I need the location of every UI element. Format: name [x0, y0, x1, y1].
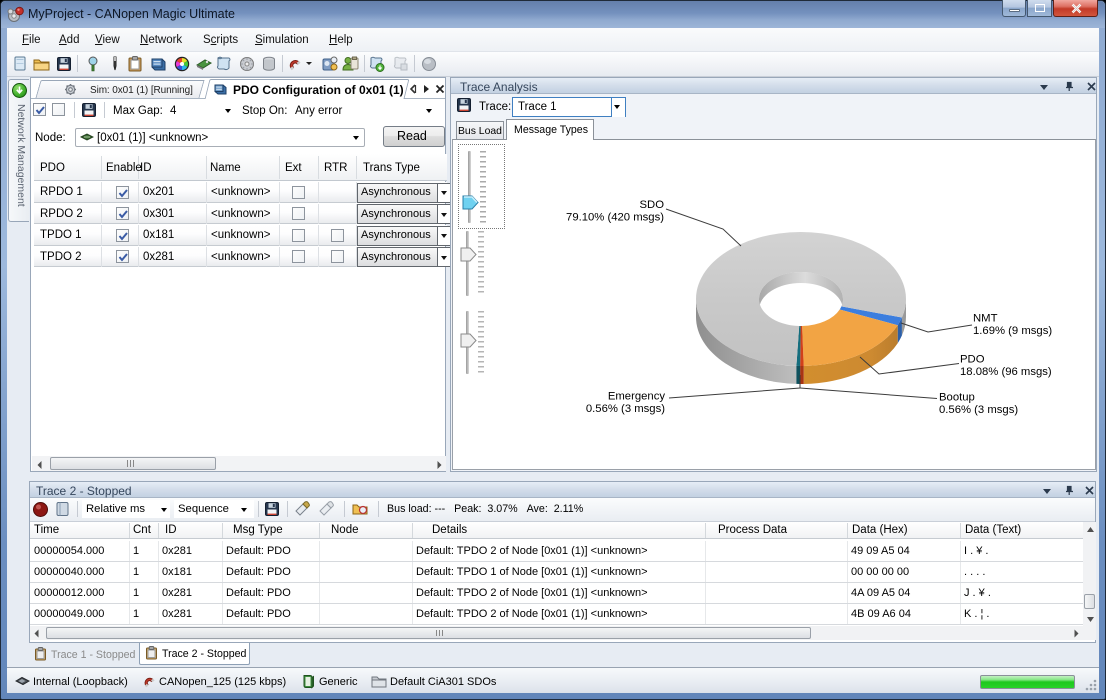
svg-text:0.56% (3 msgs): 0.56% (3 msgs)	[939, 404, 1018, 416]
svg-text:SDO: SDO	[640, 199, 665, 211]
svg-text:NMT: NMT	[973, 313, 998, 325]
svg-text:1.69% (9 msgs): 1.69% (9 msgs)	[973, 325, 1052, 337]
svg-text:Bootup: Bootup	[939, 392, 975, 404]
svg-text:0.56% (3 msgs): 0.56% (3 msgs)	[586, 403, 665, 415]
svg-text:79.10% (420 msgs): 79.10% (420 msgs)	[566, 212, 664, 224]
svg-text:PDO: PDO	[960, 354, 985, 366]
svg-text:18.08% (96 msgs): 18.08% (96 msgs)	[960, 366, 1052, 378]
svg-text:Emergency: Emergency	[608, 391, 665, 403]
